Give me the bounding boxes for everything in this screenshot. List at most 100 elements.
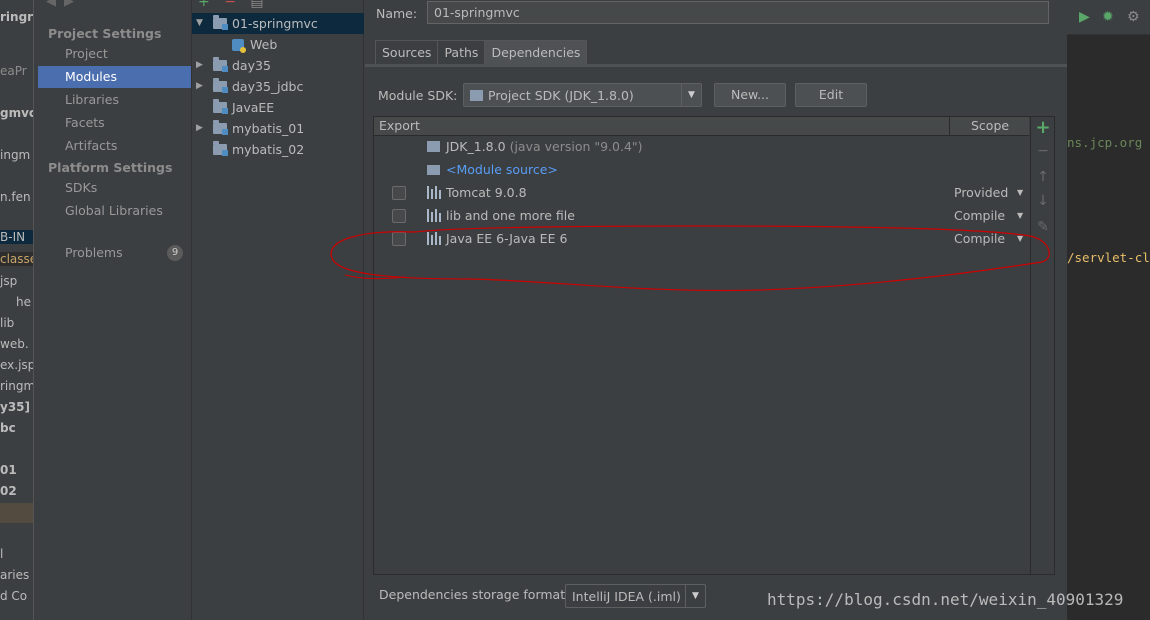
tree-row-web[interactable]: Web xyxy=(192,34,364,55)
collapse-arrow-icon[interactable]: ▶ xyxy=(196,76,206,97)
bg-fragment: bc xyxy=(0,421,16,435)
source-folder-icon xyxy=(427,165,440,175)
expand-arrow-icon[interactable]: ▼ xyxy=(196,13,206,34)
project-settings-header: Project Settings xyxy=(48,26,162,41)
code-line: ns.jcp.org xyxy=(1067,135,1143,150)
scope-column-header[interactable]: Scope xyxy=(971,118,1009,133)
add-dependency-icon[interactable]: + xyxy=(1031,117,1055,138)
nav-item-modules[interactable]: Modules xyxy=(38,66,191,88)
dependencies-table: Export Scope JDK_1.8.0 (java version "9.… xyxy=(374,117,1029,574)
web-facet-icon xyxy=(232,39,246,53)
add-module-icon[interactable]: + xyxy=(198,0,210,10)
bg-fragment: 02 xyxy=(0,484,17,498)
nav-item-sdks[interactable]: SDKs xyxy=(38,177,191,199)
collapse-arrow-icon[interactable]: ▶ xyxy=(196,118,206,139)
module-folder-icon xyxy=(213,15,228,30)
dependency-row-module-source[interactable]: <Module source> xyxy=(374,158,1029,181)
bg-fragment: d Co xyxy=(0,589,28,603)
edit-sdk-button[interactable]: Edit xyxy=(795,83,867,107)
tab-sources[interactable]: Sources xyxy=(375,40,439,64)
new-sdk-button[interactable]: New... xyxy=(714,83,786,107)
coverage-icon[interactable]: ⚙ xyxy=(1127,9,1140,25)
settings-nav: ◀▶ Project Settings Project Modules Libr… xyxy=(34,0,191,620)
module-folder-icon xyxy=(213,57,228,72)
nav-item-artifacts[interactable]: Artifacts xyxy=(38,135,191,157)
nav-item-libraries[interactable]: Libraries xyxy=(38,89,191,111)
bg-fragment: ringm xyxy=(0,379,33,393)
tab-paths[interactable]: Paths xyxy=(437,40,486,64)
module-sdk-value: Project SDK (JDK_1.8.0) xyxy=(488,88,634,103)
chevron-down-icon[interactable]: ▼ xyxy=(685,585,705,607)
collapse-arrow-icon[interactable]: ▶ xyxy=(196,55,206,76)
bg-fragment: B-IN xyxy=(0,230,33,244)
bg-fragment: ingm xyxy=(0,148,31,162)
scope-value[interactable]: Provided xyxy=(954,185,1008,200)
background-editor: ▶ ✹ ⚙ ns.jcp.org /servlet-cl xyxy=(1067,0,1150,620)
storage-format-value: IntelliJ IDEA (.iml) xyxy=(572,589,681,604)
edit-dependency-icon[interactable]: ✎ xyxy=(1031,219,1055,235)
dependency-row-lib[interactable]: lib and one more file Compile ▼ xyxy=(374,204,1029,227)
chevron-down-icon[interactable]: ▼ xyxy=(1017,211,1023,220)
dependency-row-tomcat[interactable]: Tomcat 9.0.8 Provided ▼ xyxy=(374,181,1029,204)
module-folder-icon xyxy=(213,141,228,156)
bg-fragment: classe xyxy=(0,252,33,266)
bg-fragment: eaPr xyxy=(0,64,27,78)
bg-fragment: ex.jsp xyxy=(0,358,33,372)
export-checkbox[interactable] xyxy=(392,186,406,200)
problems-count-badge: 9 xyxy=(167,245,183,261)
tree-row-mybatis-01[interactable]: ▶ mybatis_01 xyxy=(192,118,364,139)
export-checkbox[interactable] xyxy=(392,232,406,246)
scope-value[interactable]: Compile xyxy=(954,208,1005,223)
library-icon xyxy=(427,232,441,245)
tree-row-javaee[interactable]: JavaEE xyxy=(192,97,364,118)
tree-row-label: mybatis_01 xyxy=(232,121,305,136)
module-folder-icon xyxy=(213,99,228,114)
tab-dependencies[interactable]: Dependencies xyxy=(484,40,588,64)
forward-icon[interactable]: ▶ xyxy=(64,0,82,9)
run-icon[interactable]: ▶ xyxy=(1079,9,1090,25)
chevron-down-icon[interactable]: ▼ xyxy=(681,84,701,106)
dependency-name: Tomcat 9.0.8 xyxy=(446,185,527,200)
scope-value[interactable]: Compile xyxy=(954,231,1005,246)
dependency-row-jdk[interactable]: JDK_1.8.0 (java version "9.0.4") xyxy=(374,135,1029,158)
bg-fragment: web. xyxy=(0,337,29,351)
debug-icon[interactable]: ✹ xyxy=(1102,9,1114,25)
tree-toolbar: + − ▤ xyxy=(198,0,264,10)
tree-row-01-springmvc[interactable]: ▼ 01-springmvc xyxy=(192,13,364,34)
bg-fragment: gmvc xyxy=(0,106,33,120)
name-label: Name: xyxy=(376,6,418,21)
nav-item-problems[interactable]: Problems 9 xyxy=(38,242,191,264)
move-up-icon[interactable]: ↑ xyxy=(1031,169,1055,185)
copy-module-icon[interactable]: ▤ xyxy=(250,0,263,10)
tree-row-day35[interactable]: ▶ day35 xyxy=(192,55,364,76)
dependency-row-javaee[interactable]: Java EE 6-Java EE 6 Compile ▼ xyxy=(374,227,1029,250)
nav-item-global-libraries[interactable]: Global Libraries xyxy=(38,200,191,222)
module-sdk-label: Module SDK: xyxy=(378,88,458,103)
remove-module-icon[interactable]: − xyxy=(224,0,236,10)
tree-row-label: 01-springmvc xyxy=(232,16,318,31)
dependency-name: Java EE 6-Java EE 6 xyxy=(446,231,568,246)
chevron-down-icon[interactable]: ▼ xyxy=(1017,188,1023,197)
tree-row-label: day35_jdbc xyxy=(232,79,304,94)
nav-item-facets[interactable]: Facets xyxy=(38,112,191,134)
remove-dependency-icon[interactable]: − xyxy=(1031,143,1055,159)
module-name-input[interactable] xyxy=(427,1,1049,24)
dependencies-toolbar: + − ↑ ↓ ✎ xyxy=(1030,117,1054,574)
chevron-down-icon[interactable]: ▼ xyxy=(1017,234,1023,243)
dependency-name: lib and one more file xyxy=(446,208,575,223)
nav-item-project[interactable]: Project xyxy=(38,43,191,65)
back-icon[interactable]: ◀ xyxy=(46,0,64,9)
tree-row-day35-jdbc[interactable]: ▶ day35_jdbc xyxy=(192,76,364,97)
storage-format-select[interactable]: IntelliJ IDEA (.iml) ▼ xyxy=(565,584,706,608)
export-column-header[interactable]: Export xyxy=(379,118,420,133)
module-sdk-select[interactable]: Project SDK (JDK_1.8.0) ▼ xyxy=(463,83,702,107)
library-icon xyxy=(427,209,441,222)
export-checkbox[interactable] xyxy=(392,209,406,223)
tree-row-label: day35 xyxy=(232,58,271,73)
move-down-icon[interactable]: ↓ xyxy=(1031,193,1055,209)
folder-icon xyxy=(427,141,440,152)
module-tabs: Sources Paths Dependencies xyxy=(375,40,588,64)
tab-separator xyxy=(365,64,1067,67)
tree-row-mybatis-02[interactable]: mybatis_02 xyxy=(192,139,364,160)
watermark: https://blog.csdn.net/weixin_40901329 xyxy=(767,590,1124,609)
